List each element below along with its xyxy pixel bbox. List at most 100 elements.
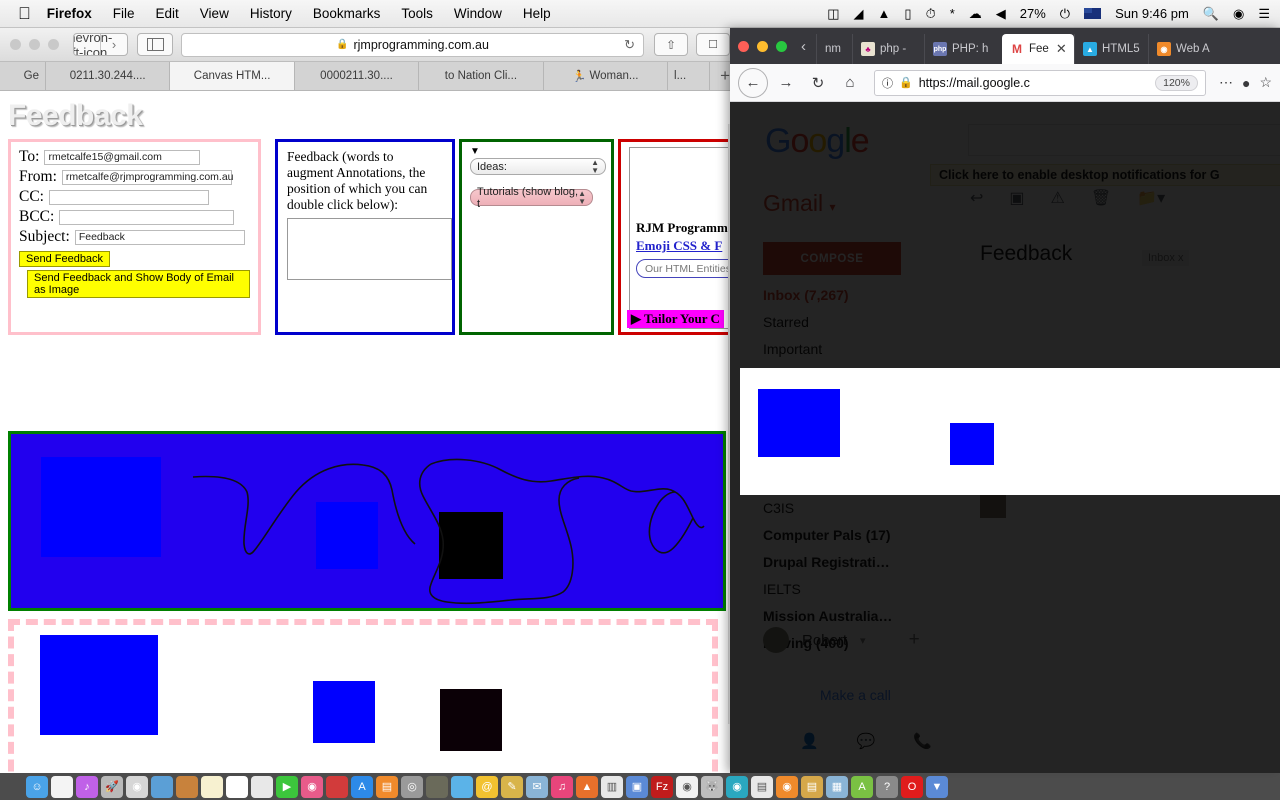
preview-icon[interactable]: ▣ [626,775,648,798]
sidebar-toggle-button[interactable] [137,33,173,56]
safari-tab-0[interactable]: Ge [0,62,46,90]
sidebar-item-inbox[interactable]: Inbox (7,267) [763,287,849,303]
safari-tab-3[interactable]: 0000211.30.... [295,62,420,90]
label-ielts[interactable]: IELTS [763,581,892,597]
volume-icon[interactable]: ◀ [996,7,1006,20]
menu-item-window[interactable]: Window [454,6,502,21]
archive-icon[interactable]: ▣ [1009,188,1024,208]
menubar-clock[interactable]: Sun 9:46 pm [1115,7,1189,20]
itunes-icon[interactable]: ♪ [76,775,98,798]
downloads-icon[interactable]: ▼ [926,775,948,798]
display-icon[interactable]: ◫ [827,7,839,20]
close-button[interactable] [738,40,749,52]
minimize-button[interactable] [29,39,40,50]
android-studio-icon[interactable]: A [851,775,873,798]
label-computer-pals[interactable]: Computer Pals (17) [763,527,892,543]
maps-icon[interactable]: ▥ [601,775,623,798]
safari-tab-5[interactable]: 🏃 Woman... [544,62,669,90]
ideas-select[interactable]: Ideas: ▲ ▼ [470,158,606,175]
feedback-textarea[interactable] [287,218,452,280]
menu-item-edit[interactable]: Edit [156,6,179,21]
itunes2-icon[interactable]: ♫ [551,775,573,798]
menu-item-bookmarks[interactable]: Bookmarks [313,6,381,21]
gimp-icon[interactable]: 🐺 [701,775,723,798]
menu-item-file[interactable]: File [113,6,135,21]
firefox-tab-1[interactable]: ♣ php - [852,34,924,64]
bcc-input[interactable] [59,209,235,225]
cc-input[interactable] [48,189,209,205]
forward-button[interactable]: → [772,69,800,97]
firefox-tab-3[interactable]: M Fee ✕ [1002,34,1074,64]
spotlight-search-icon[interactable]: 🔍 [1203,7,1219,20]
gmail-search-input[interactable] [968,124,1280,156]
nav-buttons[interactable]: chevron-left-icon › [73,33,128,56]
photos-icon[interactable] [251,775,273,798]
firefox-address-bar[interactable]: ⓘ 🔒 https://mail.google.c 120% [874,69,1206,96]
vlc-icon[interactable]: ▲ [576,775,598,798]
contacts-icon[interactable]: 👤 [800,732,819,750]
send-feedback-image-button[interactable]: Send Feedback and Show Body of Email as … [27,270,250,298]
books2-icon[interactable]: ▤ [801,775,823,798]
share-button[interactable]: ⇧ [654,33,688,56]
tab-scroll-left-icon[interactable]: ‹ [801,28,806,64]
close-tab-icon[interactable]: ✕ [1056,41,1067,57]
ibooks-icon[interactable]: ▤ [376,775,398,798]
make-a-call-link[interactable]: Make a call [820,687,891,703]
firefox-icon[interactable]: ◉ [776,775,798,798]
mail-icon[interactable]: ✉ [526,775,548,798]
document-icon[interactable] [51,775,73,798]
back-button[interactable]: chevron-left-icon [74,34,112,55]
add-contact-icon[interactable]: + [909,629,920,651]
spam-icon[interactable]: ⚠ [1051,188,1065,208]
menu-item-view[interactable]: View [200,6,229,21]
mamp-icon[interactable]: @ [476,775,498,798]
annotation-canvas-white[interactable] [8,619,718,773]
sidebar-item-starred[interactable]: Starred [763,314,849,330]
reply-icon[interactable]: ↩ [970,188,983,208]
colorwheel-icon[interactable]: ◉ [301,775,323,798]
rjm-emoji-link[interactable]: Emoji CSS & F [636,238,729,254]
zoom-level-badge[interactable]: 120% [1155,74,1198,91]
safari-tab-2[interactable]: Canvas HTM... [170,62,295,90]
safari-tab-4[interactable]: to Nation Cli... [419,62,544,90]
close-button[interactable] [10,39,21,50]
chrome-icon[interactable]: ◉ [676,775,698,798]
airplay-icon[interactable]: ▲ [878,7,891,20]
trash-icon[interactable]: 🗑 [1091,188,1111,208]
keynote-icon[interactable] [326,775,348,798]
home-button[interactable]: ⌂ [836,69,864,97]
inbox-chip-remove-icon[interactable]: x [1178,252,1184,264]
launchpad-icon[interactable]: 🚀 [101,775,123,798]
zoom-button[interactable] [48,39,59,50]
siri-icon[interactable]: ◉ [1233,7,1244,20]
forward-button[interactable]: › [101,34,127,55]
compose-button[interactable]: COMPOSE [763,242,901,275]
rjm-search-input[interactable]: Our HTML Entities [636,259,729,278]
window-traffic-lights[interactable] [10,39,59,50]
editor-icon[interactable]: ✎ [501,775,523,798]
textedit-icon[interactable]: ▤ [751,775,773,798]
reload-icon[interactable]: ↻ [624,37,635,53]
ellipsis-menu-icon[interactable]: ⋯ [1219,74,1233,91]
annotation-canvas-blue[interactable] [8,431,726,611]
bookmark-star-icon[interactable]: ☆ [1259,74,1272,91]
firefox-tab-5[interactable]: ◉ Web A [1148,34,1280,64]
send-feedback-button[interactable]: Send Feedback [19,251,111,267]
label-drupal-registration[interactable]: Drupal Registrati… [763,554,892,570]
zoom-button[interactable] [776,40,787,52]
info-icon[interactable]: ⓘ [882,75,893,91]
desktop-notification-banner[interactable]: Click here to enable desktop notificatio… [930,164,1280,186]
firefox-tab-4[interactable]: ▲ HTML5 [1074,34,1148,64]
system-prefs-icon[interactable]: ◎ [401,775,423,798]
folder-icon[interactable]: 📁▾ [1137,188,1165,208]
battery-icon[interactable]: ⏻ [1060,7,1070,20]
tutorials-select[interactable]: Tutorials (show blog, t ▲ ▼ [470,186,593,210]
facetime-icon[interactable]: ▶ [276,775,298,798]
safari-address-bar[interactable]: 🔒 rjmprogramming.com.au ↻ [181,32,644,57]
safari-tab-1[interactable]: 0211.30.244.... [46,62,171,90]
image-popup-overlay[interactable] [740,368,1280,495]
pocket-icon[interactable]: ● [1242,75,1250,91]
xcode-icon[interactable] [151,775,173,798]
tailor-banner[interactable]: ▶ Tailor Your C [627,310,724,328]
inbox-chip[interactable]: Inbox x [1142,250,1190,266]
